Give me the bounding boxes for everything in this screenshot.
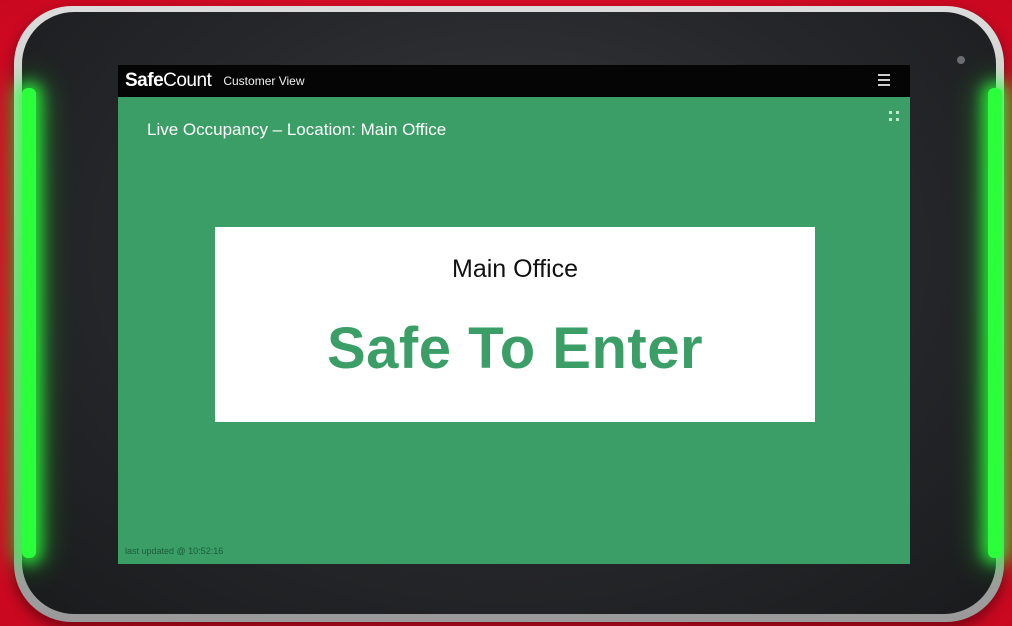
right-status-light [988, 88, 1002, 558]
status-card: Main Office Safe To Enter [215, 227, 815, 422]
left-status-light [22, 88, 36, 558]
tablet-screen: Safe Count Customer View Live Occupancy –… [118, 65, 910, 564]
brand-name-bold: Safe [125, 70, 164, 91]
fullscreen-icon[interactable] [889, 111, 899, 121]
brand-name-light: Count [163, 70, 212, 91]
camera-icon [957, 56, 965, 64]
last-updated-timestamp: last updated @ 10:52:16 [125, 546, 224, 556]
occupancy-heading: Live Occupancy – Location: Main Office [147, 120, 447, 139]
app-header-bar: Safe Count Customer View [118, 65, 910, 97]
app-logo: Safe Count [125, 70, 212, 92]
location-name: Main Office [452, 255, 578, 283]
view-label: Customer View [223, 74, 305, 88]
entry-status: Safe To Enter [326, 316, 704, 381]
page-background: Safe Count Customer View Live Occupancy –… [0, 0, 1012, 626]
hamburger-menu-icon[interactable] [878, 74, 890, 86]
